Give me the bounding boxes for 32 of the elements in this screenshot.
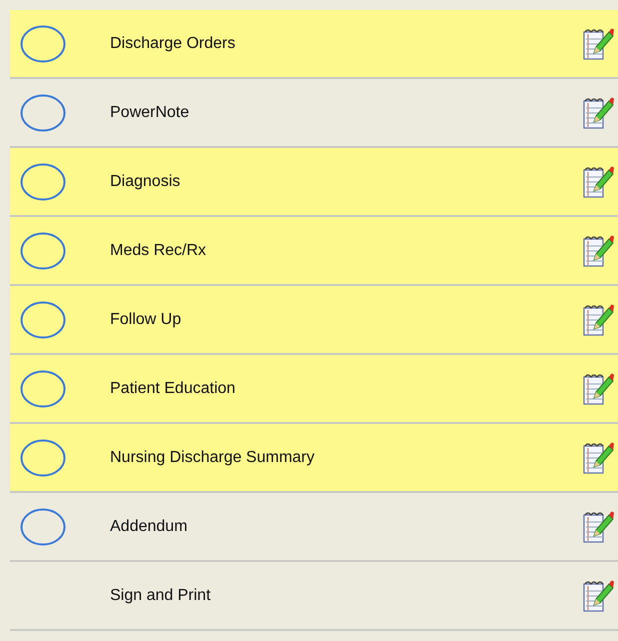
task-row[interactable]: Meds Rec/Rx xyxy=(10,217,618,286)
status-circle-icon xyxy=(20,232,66,270)
task-label: Sign and Print xyxy=(110,586,212,604)
notepad-pencil-icon[interactable] xyxy=(582,510,614,544)
task-label: Discharge Orders xyxy=(110,34,236,52)
notepad-pencil-icon[interactable] xyxy=(582,302,614,336)
status-circle-icon xyxy=(20,508,66,546)
task-row[interactable]: Nursing Discharge Summary xyxy=(10,424,618,493)
task-row[interactable]: Patient Education xyxy=(10,355,618,424)
status-circle-icon xyxy=(20,370,66,408)
task-label: PowerNote xyxy=(110,104,190,122)
notepad-pencil-icon[interactable] xyxy=(582,26,614,60)
status-circle-icon xyxy=(20,300,66,338)
task-row[interactable]: Follow Up xyxy=(10,286,618,355)
notepad-pencil-icon[interactable] xyxy=(582,234,614,268)
task-label: Patient Education xyxy=(110,380,236,398)
notepad-pencil-icon[interactable] xyxy=(582,578,614,612)
task-label: Meds Rec/Rx xyxy=(110,242,208,260)
task-row[interactable]: Discharge Orders xyxy=(10,10,618,79)
task-label: Addendum xyxy=(110,518,188,536)
task-label: Nursing Discharge Summary xyxy=(110,448,316,466)
status-circle-icon xyxy=(20,438,66,476)
status-circle-icon xyxy=(20,162,66,200)
task-label: Follow Up xyxy=(110,310,182,328)
notepad-pencil-icon[interactable] xyxy=(582,372,614,406)
status-circle-icon xyxy=(20,24,66,62)
notepad-pencil-icon[interactable] xyxy=(582,164,614,198)
notepad-pencil-icon[interactable] xyxy=(582,96,614,130)
task-label: Diagnosis xyxy=(110,172,182,190)
notepad-pencil-icon[interactable] xyxy=(582,440,614,474)
status-circle-icon xyxy=(20,94,66,132)
task-row[interactable]: Diagnosis xyxy=(10,148,618,217)
